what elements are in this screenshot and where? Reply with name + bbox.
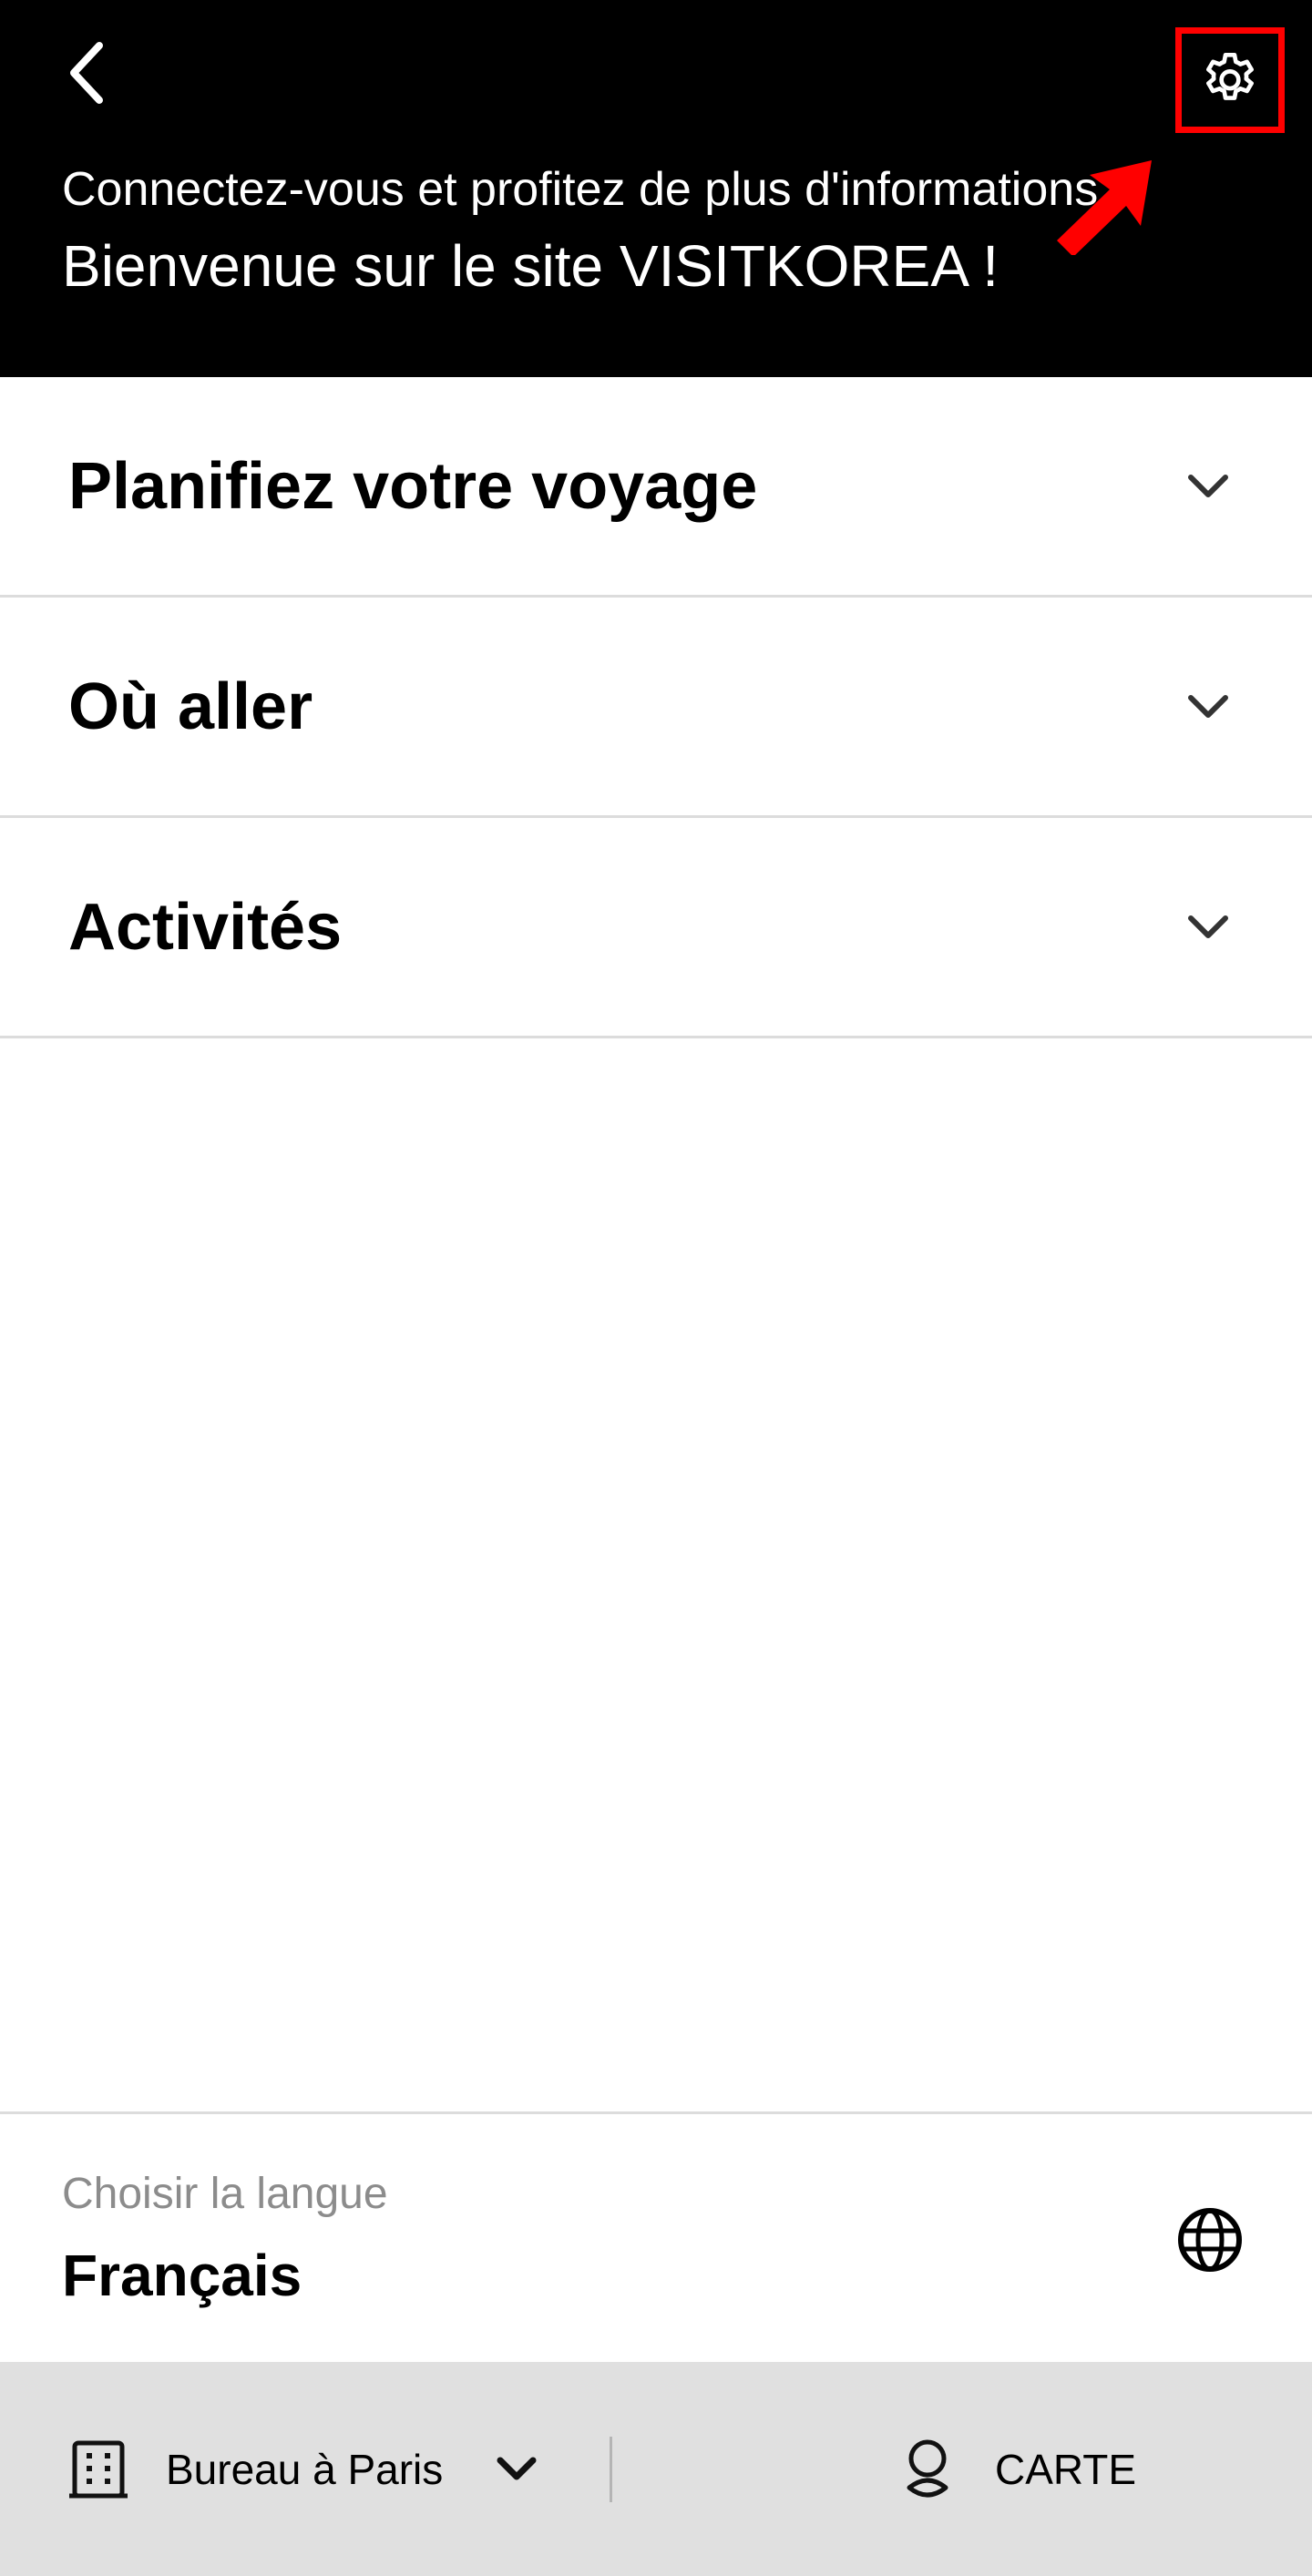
header: Connectez-vous et profitez de plus d'inf… <box>0 0 1312 377</box>
menu-item-label: Planifiez votre voyage <box>68 449 758 523</box>
office-selector[interactable]: Bureau à Paris <box>69 2362 538 2576</box>
map-button[interactable]: CARTE <box>902 2362 1136 2576</box>
chevron-down-icon <box>1181 598 1235 815</box>
building-icon <box>69 2440 128 2498</box>
globe-icon <box>1178 2208 1242 2272</box>
menu-item-where-to-go[interactable]: Où aller <box>0 598 1312 818</box>
settings-button[interactable] <box>1175 27 1285 133</box>
chevron-down-icon <box>1181 818 1235 1036</box>
menu-item-label: Activités <box>68 890 343 964</box>
menu-item-label: Où aller <box>68 670 313 743</box>
back-button[interactable] <box>55 36 118 109</box>
gear-icon <box>1206 52 1254 100</box>
language-value: Français <box>62 2243 302 2308</box>
office-label: Bureau à Paris <box>166 2445 444 2493</box>
annotation-arrow-icon <box>1057 160 1152 255</box>
divider <box>610 2437 612 2502</box>
map-label: CARTE <box>995 2445 1137 2493</box>
language-caption: Choisir la langue <box>62 2170 388 2218</box>
chevron-down-icon <box>496 2456 538 2483</box>
chevron-down-icon <box>1181 377 1235 595</box>
chevron-left-icon <box>70 42 103 104</box>
menu-item-activities[interactable]: Activités <box>0 818 1312 1038</box>
login-prompt-link[interactable]: Connectez-vous et profitez de plus d'inf… <box>62 162 1124 217</box>
bottom-bar: Bureau à Paris CARTE <box>0 2362 1312 2576</box>
language-selector[interactable]: Choisir la langue Français <box>0 2111 1312 2362</box>
menu-item-plan-trip[interactable]: Planifiez votre voyage <box>0 377 1312 598</box>
map-pin-icon <box>907 2439 948 2497</box>
welcome-message: Bienvenue sur le site VISITKOREA ! <box>62 233 999 299</box>
